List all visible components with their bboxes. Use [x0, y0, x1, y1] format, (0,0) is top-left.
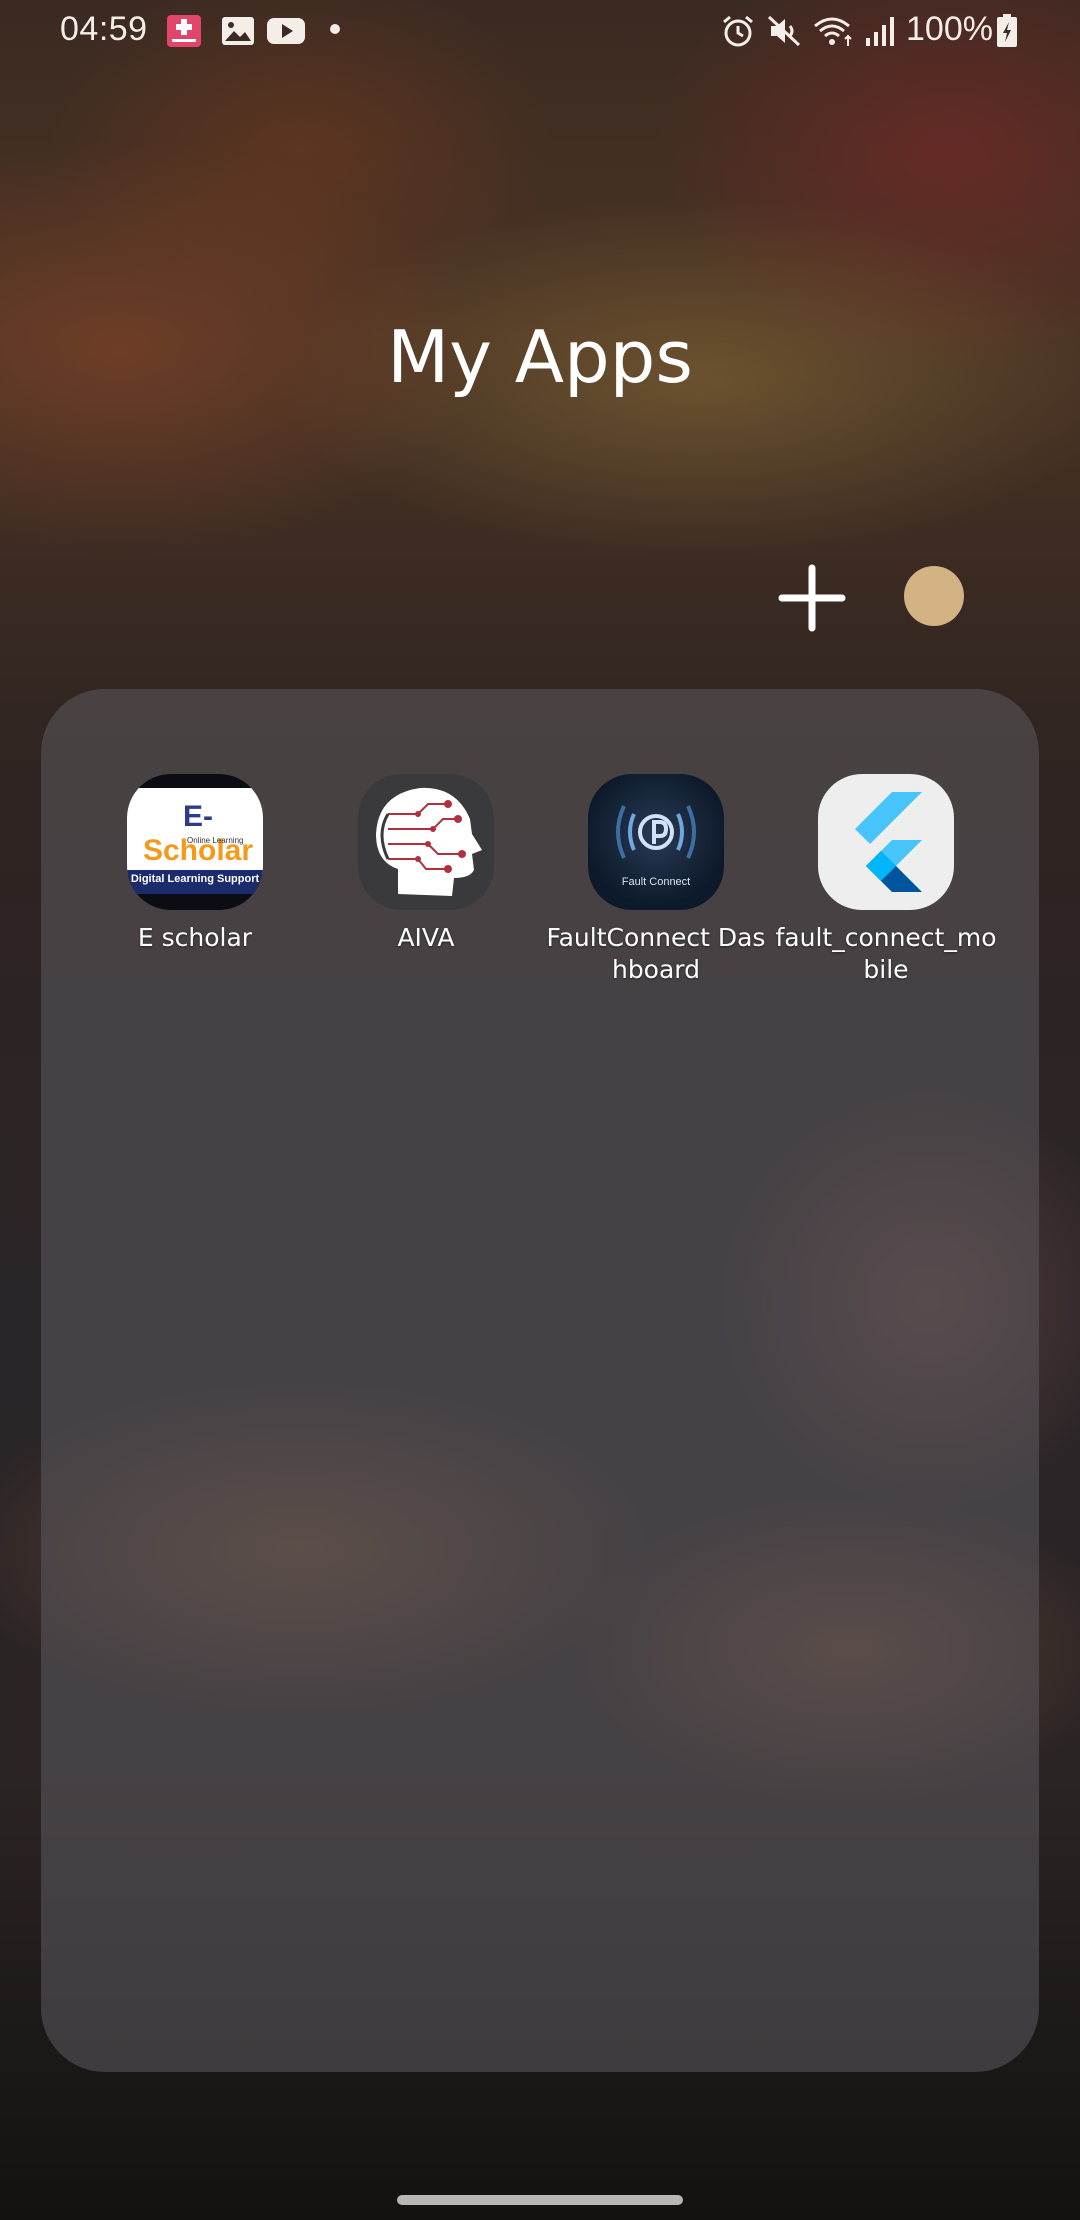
home-indicator[interactable] — [397, 2195, 683, 2205]
mute-icon — [767, 15, 801, 47]
flutter-icon — [818, 774, 954, 910]
notification-dot-icon — [330, 24, 340, 34]
battery-icon — [997, 14, 1017, 47]
app-e-scholar[interactable]: E-Scholar Online Learning Digital Learni… — [80, 774, 310, 954]
wifi-icon — [814, 17, 852, 46]
app-faultconnect-dashboard[interactable]: Fault Connect FaultConnect Dashboard — [541, 774, 771, 986]
app-label: fault_connect_mobile — [775, 923, 997, 984]
app-fault-connect-mobile[interactable]: fault_connect_mobile — [771, 774, 1001, 986]
app-label: AIVA — [397, 923, 455, 952]
status-bar: 04:59 100% — [0, 0, 1080, 64]
app-aiva[interactable]: AIVA — [311, 774, 541, 954]
battery-level: 100% — [906, 10, 993, 48]
clock: 04:59 — [60, 10, 148, 48]
folder-title[interactable]: My Apps — [0, 315, 1080, 399]
youtube-icon — [267, 18, 305, 44]
signal-icon — [866, 17, 894, 46]
aiva-icon — [358, 774, 494, 910]
app-label: FaultConnect Dashboard — [546, 923, 766, 984]
add-apps-button[interactable] — [776, 562, 848, 634]
news-icon — [167, 15, 201, 47]
alarm-icon — [723, 15, 753, 47]
escholar-icon: E-Scholar Online Learning Digital Learni… — [127, 774, 263, 910]
faultconnect-icon: Fault Connect — [588, 774, 724, 910]
folder-color-button[interactable] — [904, 566, 964, 626]
app-label: E scholar — [137, 923, 253, 952]
gallery-icon — [222, 17, 254, 45]
